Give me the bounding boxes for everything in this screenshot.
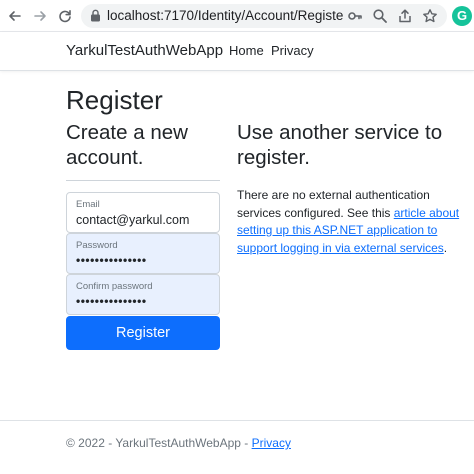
- nav-link-home[interactable]: Home: [229, 43, 264, 58]
- forward-button[interactable]: [31, 7, 49, 25]
- arrow-right-icon: [34, 11, 46, 21]
- address-bar[interactable]: localhost:7170/Identity/Account/Register…: [81, 4, 447, 28]
- navbar-brand[interactable]: YarkulTestAuthWebApp: [66, 42, 223, 59]
- key-icon[interactable]: [347, 8, 363, 24]
- external-auth-message: There are no external authentication ser…: [237, 187, 473, 257]
- create-account-heading: Create a new account.: [66, 121, 188, 169]
- password-value[interactable]: •••••••••••••••: [76, 253, 147, 267]
- star-icon[interactable]: [422, 8, 438, 24]
- share-icon[interactable]: [397, 8, 413, 24]
- footer-copyright: © 2022 - YarkulTestAuthWebApp -: [66, 436, 252, 450]
- email-value[interactable]: contact@yarkul.com: [76, 213, 189, 227]
- external-auth-text-end: .: [443, 240, 448, 255]
- page-title: Register: [66, 85, 163, 115]
- password-field[interactable]: Password •••••••••••••••: [66, 233, 220, 274]
- register-button[interactable]: Register: [66, 316, 220, 350]
- reload-icon: [59, 10, 71, 23]
- confirm-password-field[interactable]: Confirm password •••••••••••••••: [66, 274, 220, 315]
- browser-toolbar: localhost:7170/Identity/Account/Register…: [0, 0, 474, 32]
- reload-button[interactable]: [56, 7, 74, 25]
- confirm-password-label: Confirm password: [76, 281, 153, 292]
- nav-link-privacy[interactable]: Privacy: [271, 43, 314, 58]
- email-label: Email: [76, 199, 100, 210]
- lock-icon: [91, 9, 100, 22]
- arrow-left-icon: [9, 11, 21, 21]
- footer-text: © 2022 - YarkulTestAuthWebApp - Privacy: [66, 436, 291, 450]
- zoom-icon[interactable]: [372, 8, 388, 24]
- back-button[interactable]: [6, 7, 24, 25]
- email-field[interactable]: Email contact@yarkul.com: [66, 192, 220, 233]
- password-label: Password: [76, 240, 118, 251]
- grammarly-extension-icon[interactable]: G: [452, 6, 472, 26]
- external-login-heading: Use another service to register.: [237, 121, 443, 169]
- footer-privacy-link[interactable]: Privacy: [252, 436, 291, 450]
- footer: © 2022 - YarkulTestAuthWebApp - Privacy: [0, 420, 474, 474]
- app-navbar: YarkulTestAuthWebApp Home Privacy: [0, 32, 474, 71]
- confirm-password-value[interactable]: •••••••••••••••: [76, 294, 147, 308]
- url-text[interactable]: localhost:7170/Identity/Account/Register…: [107, 8, 343, 23]
- divider: [66, 180, 220, 181]
